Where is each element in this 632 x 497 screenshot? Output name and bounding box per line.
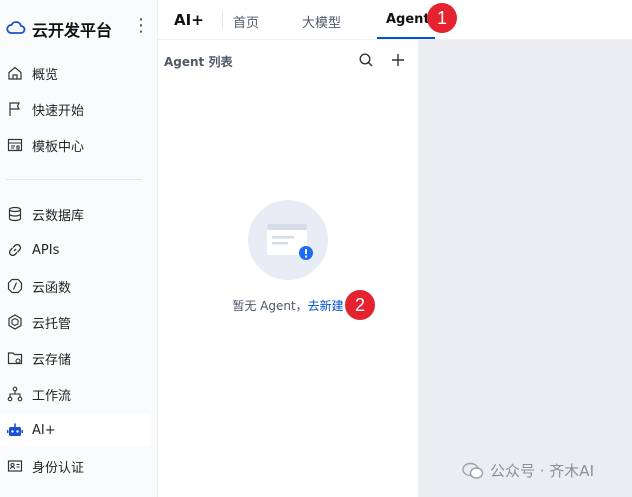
wechat-icon [462,462,484,480]
sidebar-item-label: 云函数 [32,280,72,296]
tab-llm[interactable]: 大模型 [302,12,341,31]
link-icon [4,239,26,261]
app-window: 云开发平台 ⋮ 概览 快速开始 模板中心 云数据库 APIs 云函数 云托管 云… [0,0,632,497]
active-tab-indicator [377,37,435,39]
more-menu-icon[interactable]: ⋮ [132,16,150,38]
workflow-icon [4,383,26,405]
sidebar-item-label: APIs [32,242,60,258]
sidebar-item-label: 模板中心 [32,139,85,155]
watermark-text: 公众号 · 齐木AI [490,462,594,480]
panel-title: Agent 列表 [164,55,233,69]
sidebar-item-apis[interactable]: APIs [0,234,150,266]
page-title: AI+ [174,11,204,29]
sidebar-item-label: AI+ [32,422,56,438]
database-icon [4,203,26,225]
empty-state-illustration [248,200,328,280]
robot-icon [4,419,26,441]
sidebar-item-quickstart[interactable]: 快速开始 [0,93,150,125]
watermark: 公众号 · 齐木AI [462,460,594,481]
create-agent-link[interactable]: 去新建 [308,299,344,313]
brand-title: 云开发平台 [32,21,113,40]
sidebar-item-label: 快速开始 [32,103,85,119]
sidebar-item-database[interactable]: 云数据库 [0,198,150,230]
sidebar-item-storage[interactable]: 云存储 [0,342,150,374]
step-marker-1: 1 [427,3,457,33]
add-icon[interactable] [390,52,406,68]
sidebar-item-overview[interactable]: 概览 [0,57,150,89]
sidebar-item-label: 云存储 [32,352,72,368]
sidebar-item-label: 云数据库 [32,208,85,224]
function-icon [4,275,26,297]
sidebar-item-label: 工作流 [32,388,72,404]
sidebar-item-functions[interactable]: 云函数 [0,270,150,302]
sidebar-item-label: 云托管 [32,316,72,332]
sidebar-item-workflow[interactable]: 工作流 [0,378,150,410]
sidebar-item-templates[interactable]: 模板中心 [0,129,150,161]
sidebar-item-ai[interactable]: AI+ [0,414,150,446]
brand-header: 云开发平台 ⋮ [0,0,158,56]
search-icon[interactable] [358,52,374,68]
title-separator [222,12,223,28]
tab-agent[interactable]: Agent [386,12,430,27]
sidebar: 云开发平台 ⋮ 概览 快速开始 模板中心 云数据库 APIs 云函数 云托管 云… [0,0,158,497]
folder-icon [4,347,26,369]
step-marker-2: 2 [345,290,375,320]
top-tab-bar: AI+ 首页 大模型 Agent [158,0,632,40]
sidebar-item-identity[interactable]: 身份认证 [0,450,150,482]
sidebar-divider [6,179,142,180]
empty-state-message: 暂无 Agent，去新建 [158,297,418,314]
tab-home[interactable]: 首页 [233,12,259,31]
home-icon [4,62,26,84]
template-icon [4,134,26,156]
empty-state-text: 暂无 Agent， [232,299,308,313]
sidebar-item-hosting[interactable]: 云托管 [0,306,150,338]
sidebar-item-label: 概览 [32,67,59,83]
agent-list-panel: Agent 列表 暂无 Agent，去新建 [158,40,418,497]
id-card-icon [4,455,26,477]
detail-area [418,40,632,497]
sidebar-item-label: 身份认证 [32,460,85,476]
flag-icon [4,98,26,120]
hexagon-icon [4,311,26,333]
cloud-logo-icon [6,18,26,38]
